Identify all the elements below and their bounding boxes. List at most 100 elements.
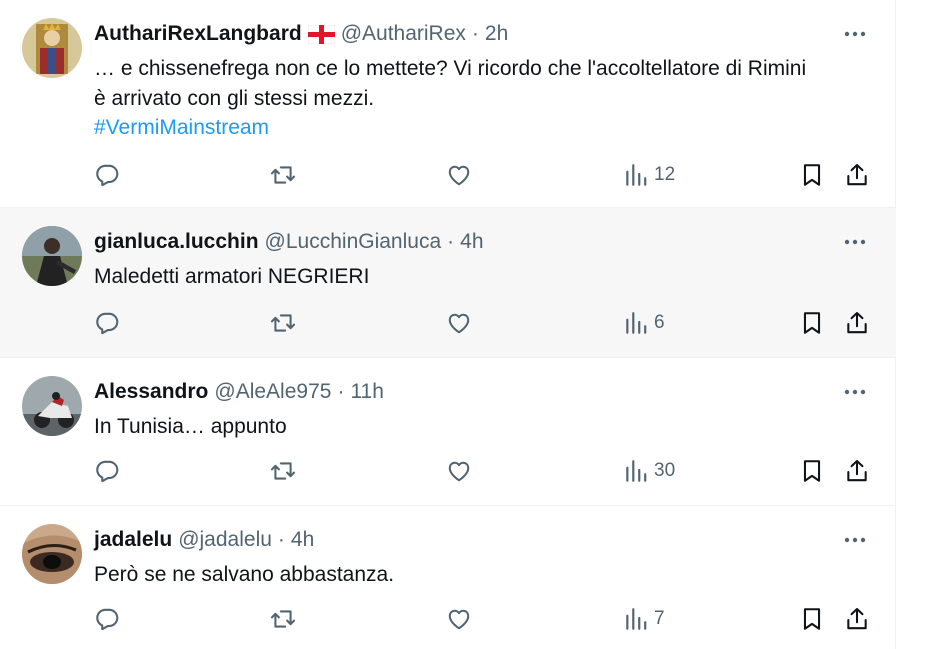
views-button[interactable]: 7 [623,602,665,636]
retweet-button[interactable] [270,602,296,636]
share-icon [847,608,867,630]
more-button[interactable] [840,20,870,48]
action-bar: 30 [94,454,874,488]
more-button[interactable] [840,526,870,554]
handle[interactable]: @LucchinGianluca [265,230,442,254]
share-icon [847,460,867,482]
tweet-text-line: è arrivato con gli stessi mezzi. [94,86,375,110]
tweet-header: Alessandro @AleAle975 · 11h [94,378,384,406]
views-count: 6 [654,312,665,333]
share-button[interactable] [844,306,870,340]
handle[interactable]: @jadalelu [178,528,272,552]
reply-icon [96,312,119,335]
more-icon [844,389,866,395]
retweet-icon [270,610,296,628]
reply-tweet[interactable]: Alessandro @AleAle975 · 11h In Tunisia… … [0,358,896,506]
bookmark-icon [803,312,821,334]
bookmark-button[interactable] [799,158,825,192]
retweet-button[interactable] [270,306,296,340]
timestamp[interactable]: 4h [291,528,314,552]
views-button[interactable]: 12 [623,158,675,192]
bookmark-button[interactable] [799,454,825,488]
reply-icon [96,460,119,483]
tweet-text: Però se ne salvano abbastanza. [94,560,884,590]
handle[interactable]: @AuthariRex [341,22,466,46]
tweet-text-line: In Tunisia… appunto [94,415,287,438]
share-icon [847,312,867,334]
like-icon [448,461,470,482]
views-icon [626,460,647,482]
avatar[interactable] [22,226,82,286]
tweet-header: jadalelu @jadalelu · 4h [94,526,314,554]
like-button[interactable] [446,454,472,488]
views-count: 30 [654,460,676,481]
retweet-button[interactable] [270,158,296,192]
avatar-image [22,524,82,584]
reply-feed: AuthariRexLangbard @AuthariRex · 2h … e … [0,0,896,649]
tweet-text-line: Maledetti armatori NEGRIERI [94,265,370,288]
reply-tweet[interactable]: jadalelu @jadalelu · 4h Però se ne salva… [0,506,896,649]
views-icon [626,164,647,186]
tweet-text: Maledetti armatori NEGRIERI [94,262,884,292]
tweet-text: … e chissenefrega non ce lo mettete? Vi … [94,54,884,143]
like-icon [448,609,470,630]
more-icon [844,537,866,543]
england-flag-icon [307,24,335,44]
retweet-icon [270,462,296,480]
like-icon [448,165,470,186]
views-icon [626,312,647,334]
reply-button[interactable] [94,602,120,636]
retweet-icon [270,166,296,184]
like-button[interactable] [446,306,472,340]
timestamp[interactable]: 4h [460,230,483,254]
separator: · [277,528,285,551]
reply-icon [96,164,119,187]
retweet-icon [270,314,296,332]
action-bar: 12 [94,158,874,192]
avatar[interactable] [22,376,82,436]
views-button[interactable]: 6 [623,306,665,340]
bookmark-icon [803,164,821,186]
separator: · [337,380,345,403]
avatar[interactable] [22,524,82,584]
more-button[interactable] [840,378,870,406]
share-button[interactable] [844,602,870,636]
like-icon [448,313,470,334]
reply-tweet[interactable]: AuthariRexLangbard @AuthariRex · 2h … e … [0,0,896,208]
retweet-button[interactable] [270,454,296,488]
hashtag-link[interactable]: #VermiMainstream [94,113,884,143]
more-button[interactable] [840,228,870,256]
tweet-text: In Tunisia… appunto [94,412,884,442]
views-icon [626,608,647,630]
bookmark-button[interactable] [799,602,825,636]
display-name[interactable]: AuthariRexLangbard [94,22,302,46]
views-button[interactable]: 30 [623,454,675,488]
like-button[interactable] [446,602,472,636]
avatar-image [22,18,82,78]
avatar-image [22,226,82,286]
reply-tweet[interactable]: gianluca.lucchin @LucchinGianluca · 4h M… [0,208,896,358]
timestamp[interactable]: 11h [350,380,383,404]
share-button[interactable] [844,158,870,192]
more-icon [844,239,866,245]
avatar[interactable] [22,18,82,78]
share-button[interactable] [844,454,870,488]
reply-button[interactable] [94,454,120,488]
more-icon [844,31,866,37]
reply-icon [96,608,119,631]
like-button[interactable] [446,158,472,192]
reply-button[interactable] [94,306,120,340]
handle[interactable]: @AleAle975 [214,380,331,404]
tweet-text-line: … e chissenefrega non ce lo mettete? Vi … [94,57,807,80]
display-name[interactable]: Alessandro [94,380,208,404]
bookmark-button[interactable] [799,306,825,340]
reply-button[interactable] [94,158,120,192]
views-count: 7 [654,608,665,629]
display-name[interactable]: gianluca.lucchin [94,230,259,254]
tweet-text-line: Però se ne salvano abbastanza. [94,563,395,586]
display-name[interactable]: jadalelu [94,528,172,552]
bookmark-icon [803,460,821,482]
bookmark-icon [803,608,821,630]
timestamp[interactable]: 2h [485,22,508,46]
action-bar: 7 [94,602,874,636]
